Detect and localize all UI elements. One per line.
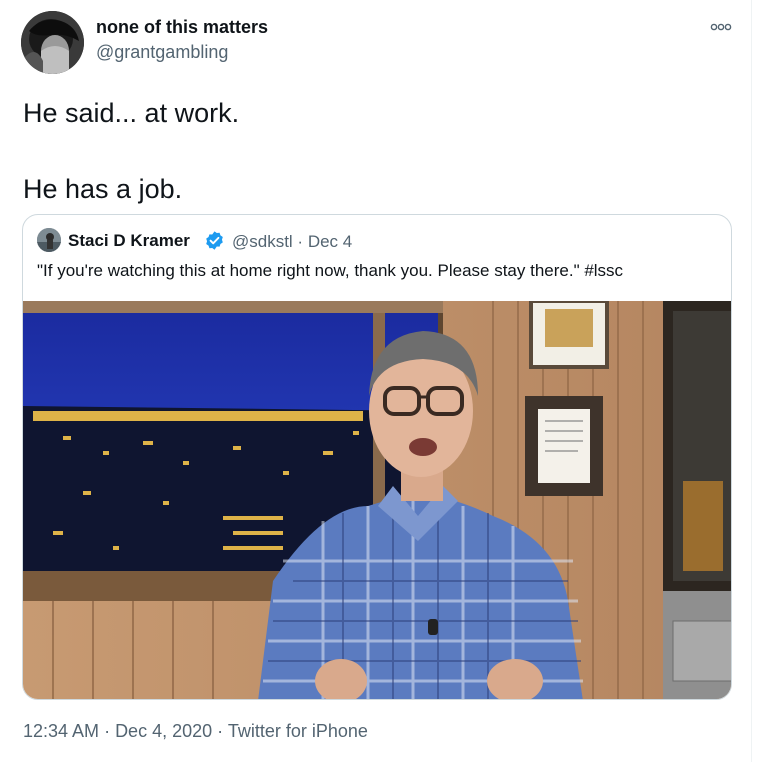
tweet-date-link[interactable]: Dec 4, 2020 [115, 721, 212, 741]
quoted-tweet-text: "If you're watching this at home right n… [37, 261, 624, 280]
quoted-handle-date[interactable]: @sdkstl · Dec 4 [232, 232, 352, 252]
tweet-time-link[interactable]: 12:34 AM [23, 721, 99, 741]
more-options-button[interactable] [708, 18, 734, 36]
meta-separator: · [212, 721, 228, 741]
author-handle[interactable]: @grantgambling [96, 42, 228, 63]
tweet-card: none of this matters @grantgambling He s… [0, 0, 752, 762]
quoted-media-image[interactable] [23, 299, 731, 699]
more-dots-icon [710, 23, 732, 31]
tweet-source-link[interactable]: Twitter for iPhone [228, 721, 368, 741]
quoted-author-name[interactable]: Staci D Kramer [68, 231, 190, 251]
quoted-tweet[interactable]: Staci D Kramer @sdkstl · Dec 4 "If you'r… [22, 214, 732, 700]
quoted-author-avatar[interactable] [37, 228, 61, 252]
author-avatar[interactable] [21, 11, 84, 74]
tweet-text: He said... at work. He has a job. [23, 98, 240, 204]
author-display-name[interactable]: none of this matters [96, 17, 268, 38]
tweet-meta: 12:34 AM · Dec 4, 2020 · Twitter for iPh… [23, 721, 368, 742]
verified-badge-icon [206, 231, 223, 250]
meta-separator: · [99, 721, 116, 741]
